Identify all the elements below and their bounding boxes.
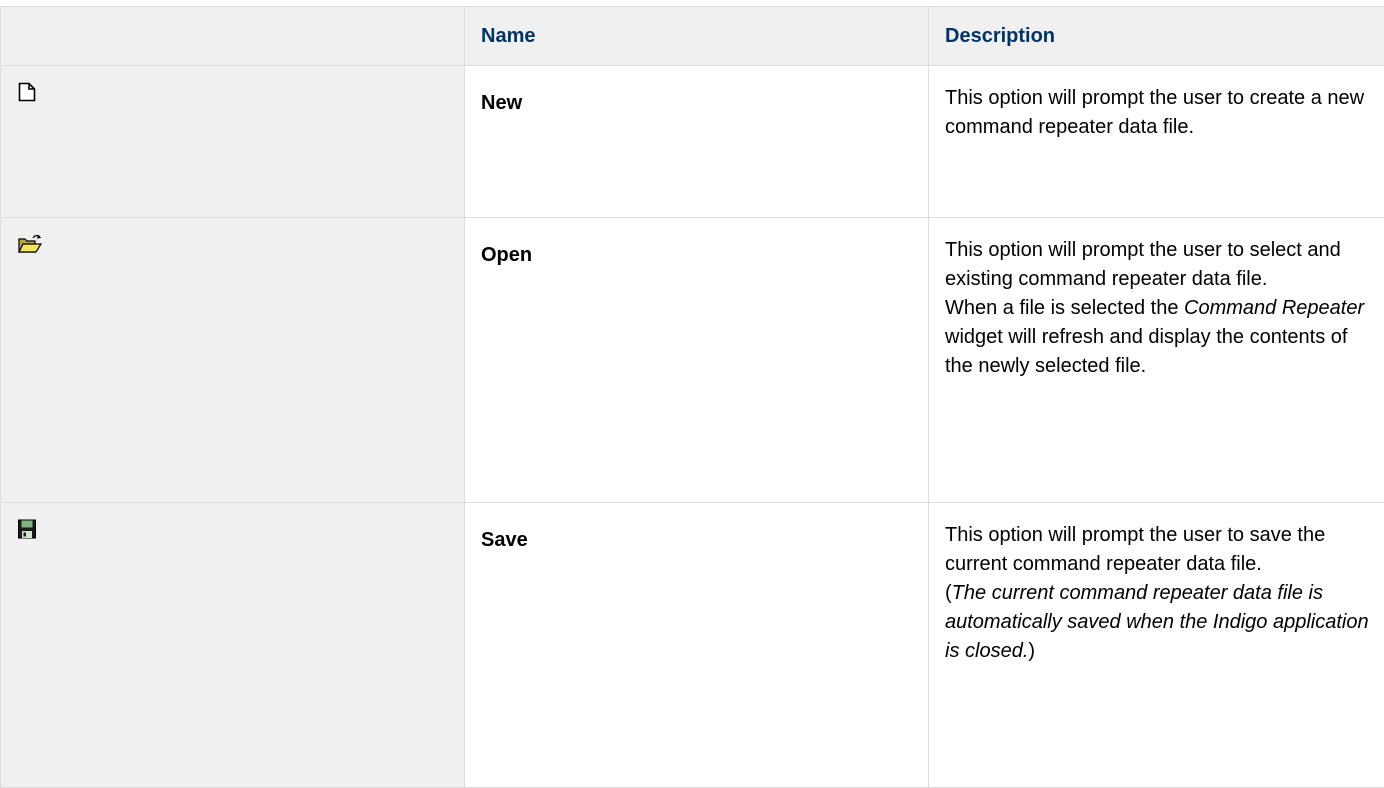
table-row-new: New This option will prompt the user to … bbox=[1, 66, 1384, 218]
option-name: New bbox=[465, 66, 929, 218]
open-folder-icon bbox=[17, 233, 448, 255]
description-column-header: Description bbox=[929, 7, 1384, 66]
name-column-header: Name bbox=[465, 7, 929, 66]
table-row-open: Open This option will prompt the user to… bbox=[1, 218, 1384, 503]
table-header-row: Name Description bbox=[1, 7, 1384, 66]
description-note: (The current command repeater data file … bbox=[945, 579, 1380, 666]
note-emphasis: The current command repeater data file i… bbox=[945, 582, 1369, 662]
description-text: This option will prompt the user to save… bbox=[945, 521, 1380, 579]
icon-cell bbox=[1, 218, 465, 503]
option-description: This option will prompt the user to sele… bbox=[929, 218, 1384, 503]
widget-name-emphasis: Command Repeater bbox=[1184, 297, 1364, 319]
icon-cell bbox=[1, 503, 465, 788]
option-name: Save bbox=[465, 503, 929, 788]
options-table: Name Description New This option will pr… bbox=[0, 6, 1384, 788]
option-description: This option will prompt the user to save… bbox=[929, 503, 1384, 788]
description-text: This option will prompt the user to sele… bbox=[945, 236, 1380, 294]
icon-column-header bbox=[1, 7, 465, 66]
new-file-icon bbox=[17, 81, 448, 103]
description-text: This option will prompt the user to crea… bbox=[945, 84, 1380, 142]
description-text-2: When a file is selected the Command Repe… bbox=[945, 294, 1380, 381]
note-open-paren: ( bbox=[945, 582, 952, 604]
description-text-prefix: When a file is selected the bbox=[945, 297, 1184, 319]
note-close-paren: ) bbox=[1028, 640, 1035, 662]
icon-cell bbox=[1, 66, 465, 218]
table-row-save: Save This option will prompt the user to… bbox=[1, 503, 1384, 788]
save-disk-icon bbox=[17, 518, 448, 540]
option-description: This option will prompt the user to crea… bbox=[929, 66, 1384, 218]
description-text-suffix: widget will refresh and display the cont… bbox=[945, 326, 1347, 377]
option-name: Open bbox=[465, 218, 929, 503]
